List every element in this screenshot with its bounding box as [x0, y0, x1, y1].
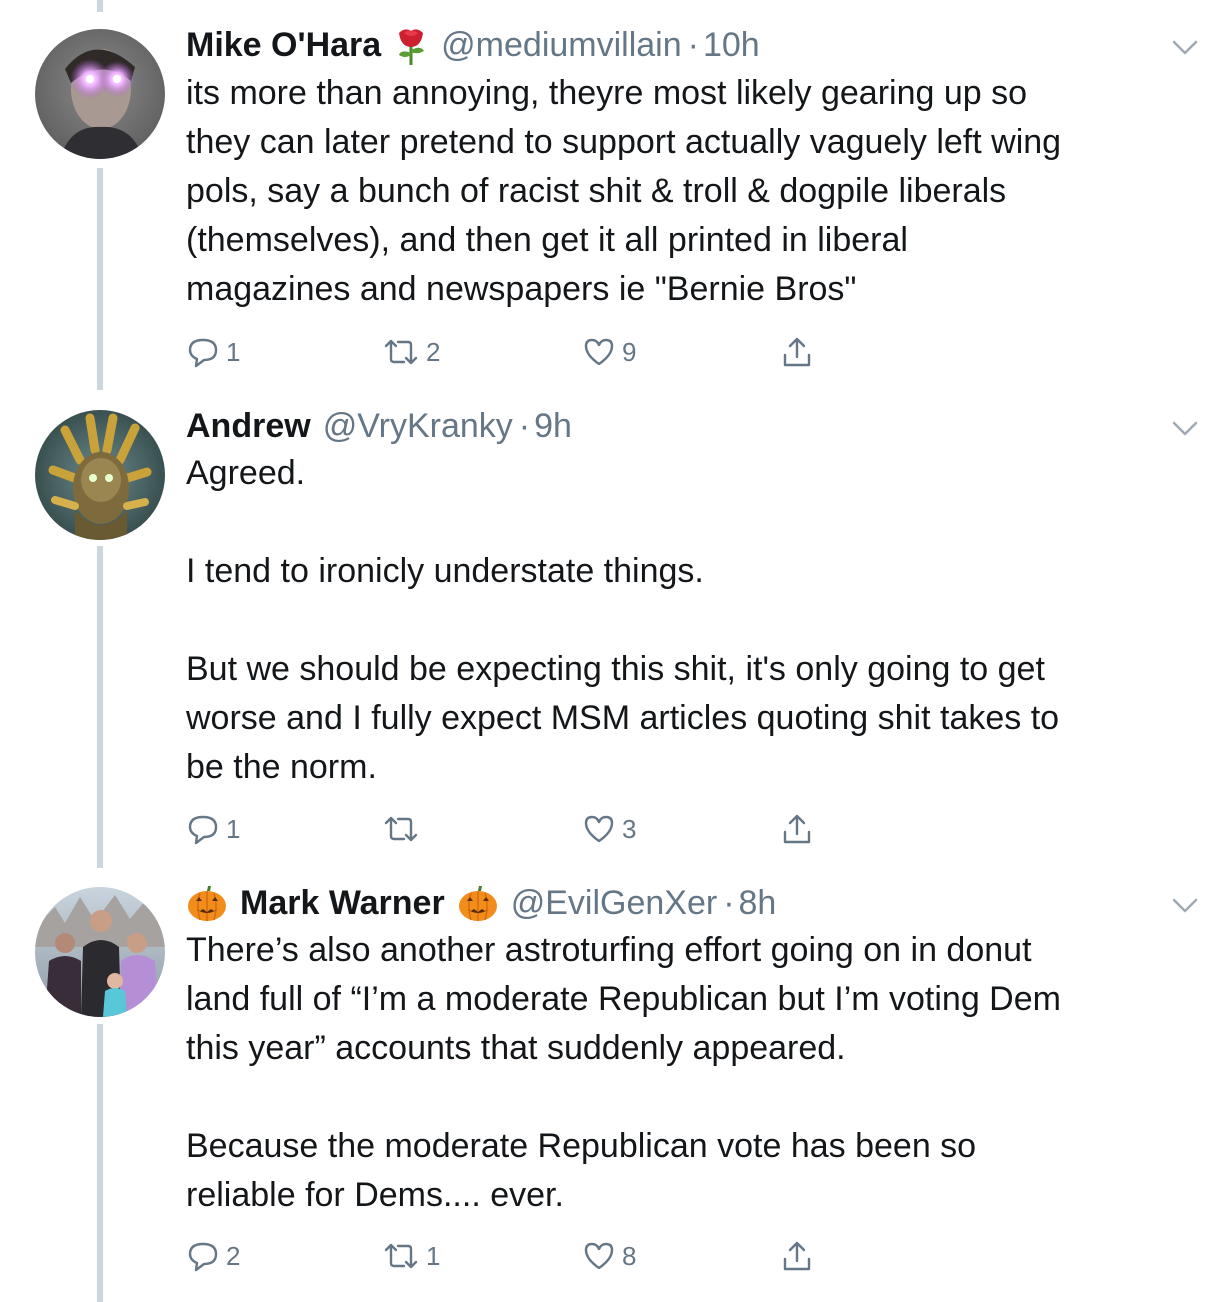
reply-icon: [186, 335, 220, 369]
tweet[interactable]: Mike O'Hara @mediumvillain · 10h its mor…: [0, 20, 1214, 390]
heart-icon: [582, 335, 616, 369]
handle[interactable]: @mediumvillain: [441, 26, 681, 65]
like-button[interactable]: 3: [582, 809, 636, 849]
retweet-button[interactable]: 2: [382, 332, 440, 372]
display-name[interactable]: Mark Warner: [240, 884, 445, 923]
share-button[interactable]: [780, 1236, 814, 1276]
tweet-header: Andrew @VryKranky · 9h: [186, 401, 572, 451]
text-line: this year” accounts that suddenly appear…: [186, 1029, 846, 1067]
like-count: 3: [622, 813, 637, 844]
share-button[interactable]: [780, 332, 814, 372]
heart-icon: [582, 1239, 616, 1273]
reply-icon: [186, 812, 220, 846]
separator-dot: ·: [687, 25, 699, 64]
avatar[interactable]: [35, 29, 165, 159]
action-bar: 2 1 8: [186, 1236, 846, 1276]
timestamp[interactable]: 10h: [703, 26, 760, 65]
text-line: land full of “I’m a moderate Republican …: [186, 980, 1061, 1018]
tweet[interactable]: Mark Warner @EvilGenXer · 8h There’s als…: [0, 878, 1214, 1302]
text-line: they can later pretend to support actual…: [186, 123, 1062, 161]
like-count: 9: [622, 336, 637, 367]
display-name[interactable]: Andrew: [186, 407, 311, 446]
tweet-text: Agreed. I tend to ironicly understate th…: [186, 449, 1196, 792]
retweet-button[interactable]: [382, 809, 426, 849]
text-line: (themselves), and then get it all printe…: [186, 221, 908, 259]
text-line: I tend to ironicly understate things.: [186, 552, 704, 590]
reply-icon: [186, 1239, 220, 1273]
timestamp[interactable]: 8h: [739, 884, 777, 923]
tweet-text: its more than annoying, theyre most like…: [186, 69, 1196, 314]
chevron-down-icon[interactable]: [1168, 888, 1202, 922]
like-count: 8: [622, 1240, 637, 1271]
reply-count: 2: [226, 1240, 241, 1271]
retweet-icon: [382, 812, 420, 846]
text-line: its more than annoying, theyre most like…: [186, 74, 1028, 112]
reply-button[interactable]: 1: [186, 809, 240, 849]
handle[interactable]: @VryKranky: [323, 407, 513, 446]
text-line: Agreed.: [186, 454, 306, 492]
text-line: pols, say a bunch of racist shit & troll…: [186, 172, 1007, 210]
reply-button[interactable]: 1: [186, 332, 240, 372]
text-line: reliable for Dems.... ever.: [186, 1176, 564, 1214]
retweet-count: 2: [426, 336, 441, 367]
share-icon: [780, 335, 814, 369]
avatar[interactable]: [35, 887, 165, 1017]
text-line: Because the moderate Republican vote has…: [186, 1127, 977, 1165]
tweet-header: Mike O'Hara @mediumvillain · 10h: [186, 20, 760, 70]
text-line: be the norm.: [186, 748, 377, 786]
tweet-text: There’s also another astroturfing effort…: [186, 926, 1196, 1220]
tweet-header: Mark Warner @EvilGenXer · 8h: [186, 878, 776, 928]
tweet[interactable]: Andrew @VryKranky · 9h Agreed. I tend to…: [0, 401, 1214, 868]
text-line: But we should be expecting this shit, it…: [186, 650, 1045, 688]
display-name[interactable]: Mike O'Hara: [186, 26, 381, 65]
share-icon: [780, 812, 814, 846]
action-bar: 1 2 9: [186, 332, 846, 372]
chevron-down-icon[interactable]: [1168, 411, 1202, 445]
thread-line: [97, 0, 103, 12]
chevron-down-icon[interactable]: [1168, 30, 1202, 64]
text-line: magazines and newspapers ie "Bernie Bros…: [186, 270, 857, 308]
timestamp[interactable]: 9h: [534, 407, 572, 446]
retweet-icon: [382, 1239, 420, 1273]
heart-icon: [582, 812, 616, 846]
separator-dot: ·: [723, 883, 735, 922]
retweet-button[interactable]: 1: [382, 1236, 440, 1276]
rose-icon: [393, 25, 429, 65]
action-bar: 1 3: [186, 809, 846, 849]
reply-count: 1: [226, 813, 241, 844]
share-button[interactable]: [780, 809, 814, 849]
separator-dot: ·: [518, 406, 531, 445]
retweet-icon: [382, 335, 420, 369]
share-icon: [780, 1239, 814, 1273]
avatar[interactable]: [35, 410, 165, 540]
reply-button[interactable]: 2: [186, 1236, 240, 1276]
reply-count: 1: [226, 336, 241, 367]
jack-o-lantern-icon: [186, 883, 228, 923]
jack-o-lantern-icon: [457, 883, 499, 923]
handle[interactable]: @EvilGenXer: [511, 884, 717, 923]
like-button[interactable]: 9: [582, 332, 636, 372]
text-line: There’s also another astroturfing effort…: [186, 931, 1032, 969]
retweet-count: 1: [426, 1240, 441, 1271]
text-line: worse and I fully expect MSM articles qu…: [186, 699, 1060, 737]
like-button[interactable]: 8: [582, 1236, 636, 1276]
